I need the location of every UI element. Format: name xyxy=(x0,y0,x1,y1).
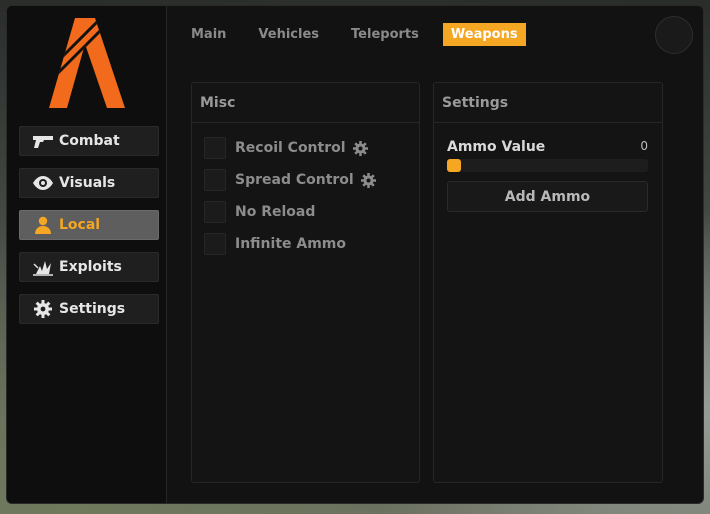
option-label: No Reload xyxy=(235,204,316,220)
panel-title: Misc xyxy=(192,83,419,123)
add-ammo-button[interactable]: Add Ammo xyxy=(447,181,648,212)
mod-menu-window: Combat Visuals Local Exploits Settings M… xyxy=(6,5,704,504)
user-icon xyxy=(32,216,54,234)
option-label: Spread Control xyxy=(235,172,354,188)
logo-icon xyxy=(49,18,125,108)
tab-vehicles[interactable]: Vehicles xyxy=(250,23,327,46)
tab-teleports[interactable]: Teleports xyxy=(343,23,427,46)
avatar[interactable] xyxy=(655,16,693,54)
sidebar-item-label: Exploits xyxy=(59,259,122,275)
option-label: Infinite Ammo xyxy=(235,236,347,252)
top-nav: Main Vehicles Teleports Weapons xyxy=(183,22,542,46)
tab-main[interactable]: Main xyxy=(183,23,234,46)
explosion-icon xyxy=(32,258,54,276)
ammo-value-readout: 0 xyxy=(640,139,648,153)
gun-icon xyxy=(32,132,54,150)
sidebar-item-label: Visuals xyxy=(59,175,116,191)
option-spread-control: Spread Control xyxy=(204,168,376,192)
gear-icon[interactable] xyxy=(360,172,376,188)
settings-panel: Settings Ammo Value 0 Add Ammo xyxy=(433,82,663,483)
gear-icon[interactable] xyxy=(352,140,368,156)
no-reload-checkbox[interactable] xyxy=(204,201,226,223)
tab-weapons[interactable]: Weapons xyxy=(442,22,526,46)
sidebar: Combat Visuals Local Exploits Settings xyxy=(7,6,167,503)
sidebar-item-label: Combat xyxy=(59,133,120,149)
option-no-reload: No Reload xyxy=(204,200,315,224)
sidebar-item-exploits[interactable]: Exploits xyxy=(19,252,159,282)
recoil-control-checkbox[interactable] xyxy=(204,137,226,159)
sidebar-item-combat[interactable]: Combat xyxy=(19,126,159,156)
sidebar-item-label: Settings xyxy=(59,301,126,317)
sidebar-item-visuals[interactable]: Visuals xyxy=(19,168,159,198)
ammo-value-label: Ammo Value xyxy=(447,139,546,155)
infinite-ammo-checkbox[interactable] xyxy=(204,233,226,255)
option-recoil-control: Recoil Control xyxy=(204,136,368,160)
sidebar-item-settings[interactable]: Settings xyxy=(19,294,159,324)
spread-control-checkbox[interactable] xyxy=(204,169,226,191)
ammo-value-slider[interactable] xyxy=(447,159,648,172)
ammo-slider-fill xyxy=(447,159,461,172)
option-label: Recoil Control xyxy=(235,140,346,156)
option-infinite-ammo: Infinite Ammo xyxy=(204,232,346,256)
panel-title: Settings xyxy=(434,83,662,123)
eye-icon xyxy=(32,174,54,192)
sidebar-item-local[interactable]: Local xyxy=(19,210,159,240)
gear-icon xyxy=(32,300,54,318)
misc-panel: Misc Recoil Control Spread Control No Re… xyxy=(191,82,420,483)
sidebar-item-label: Local xyxy=(59,217,101,233)
